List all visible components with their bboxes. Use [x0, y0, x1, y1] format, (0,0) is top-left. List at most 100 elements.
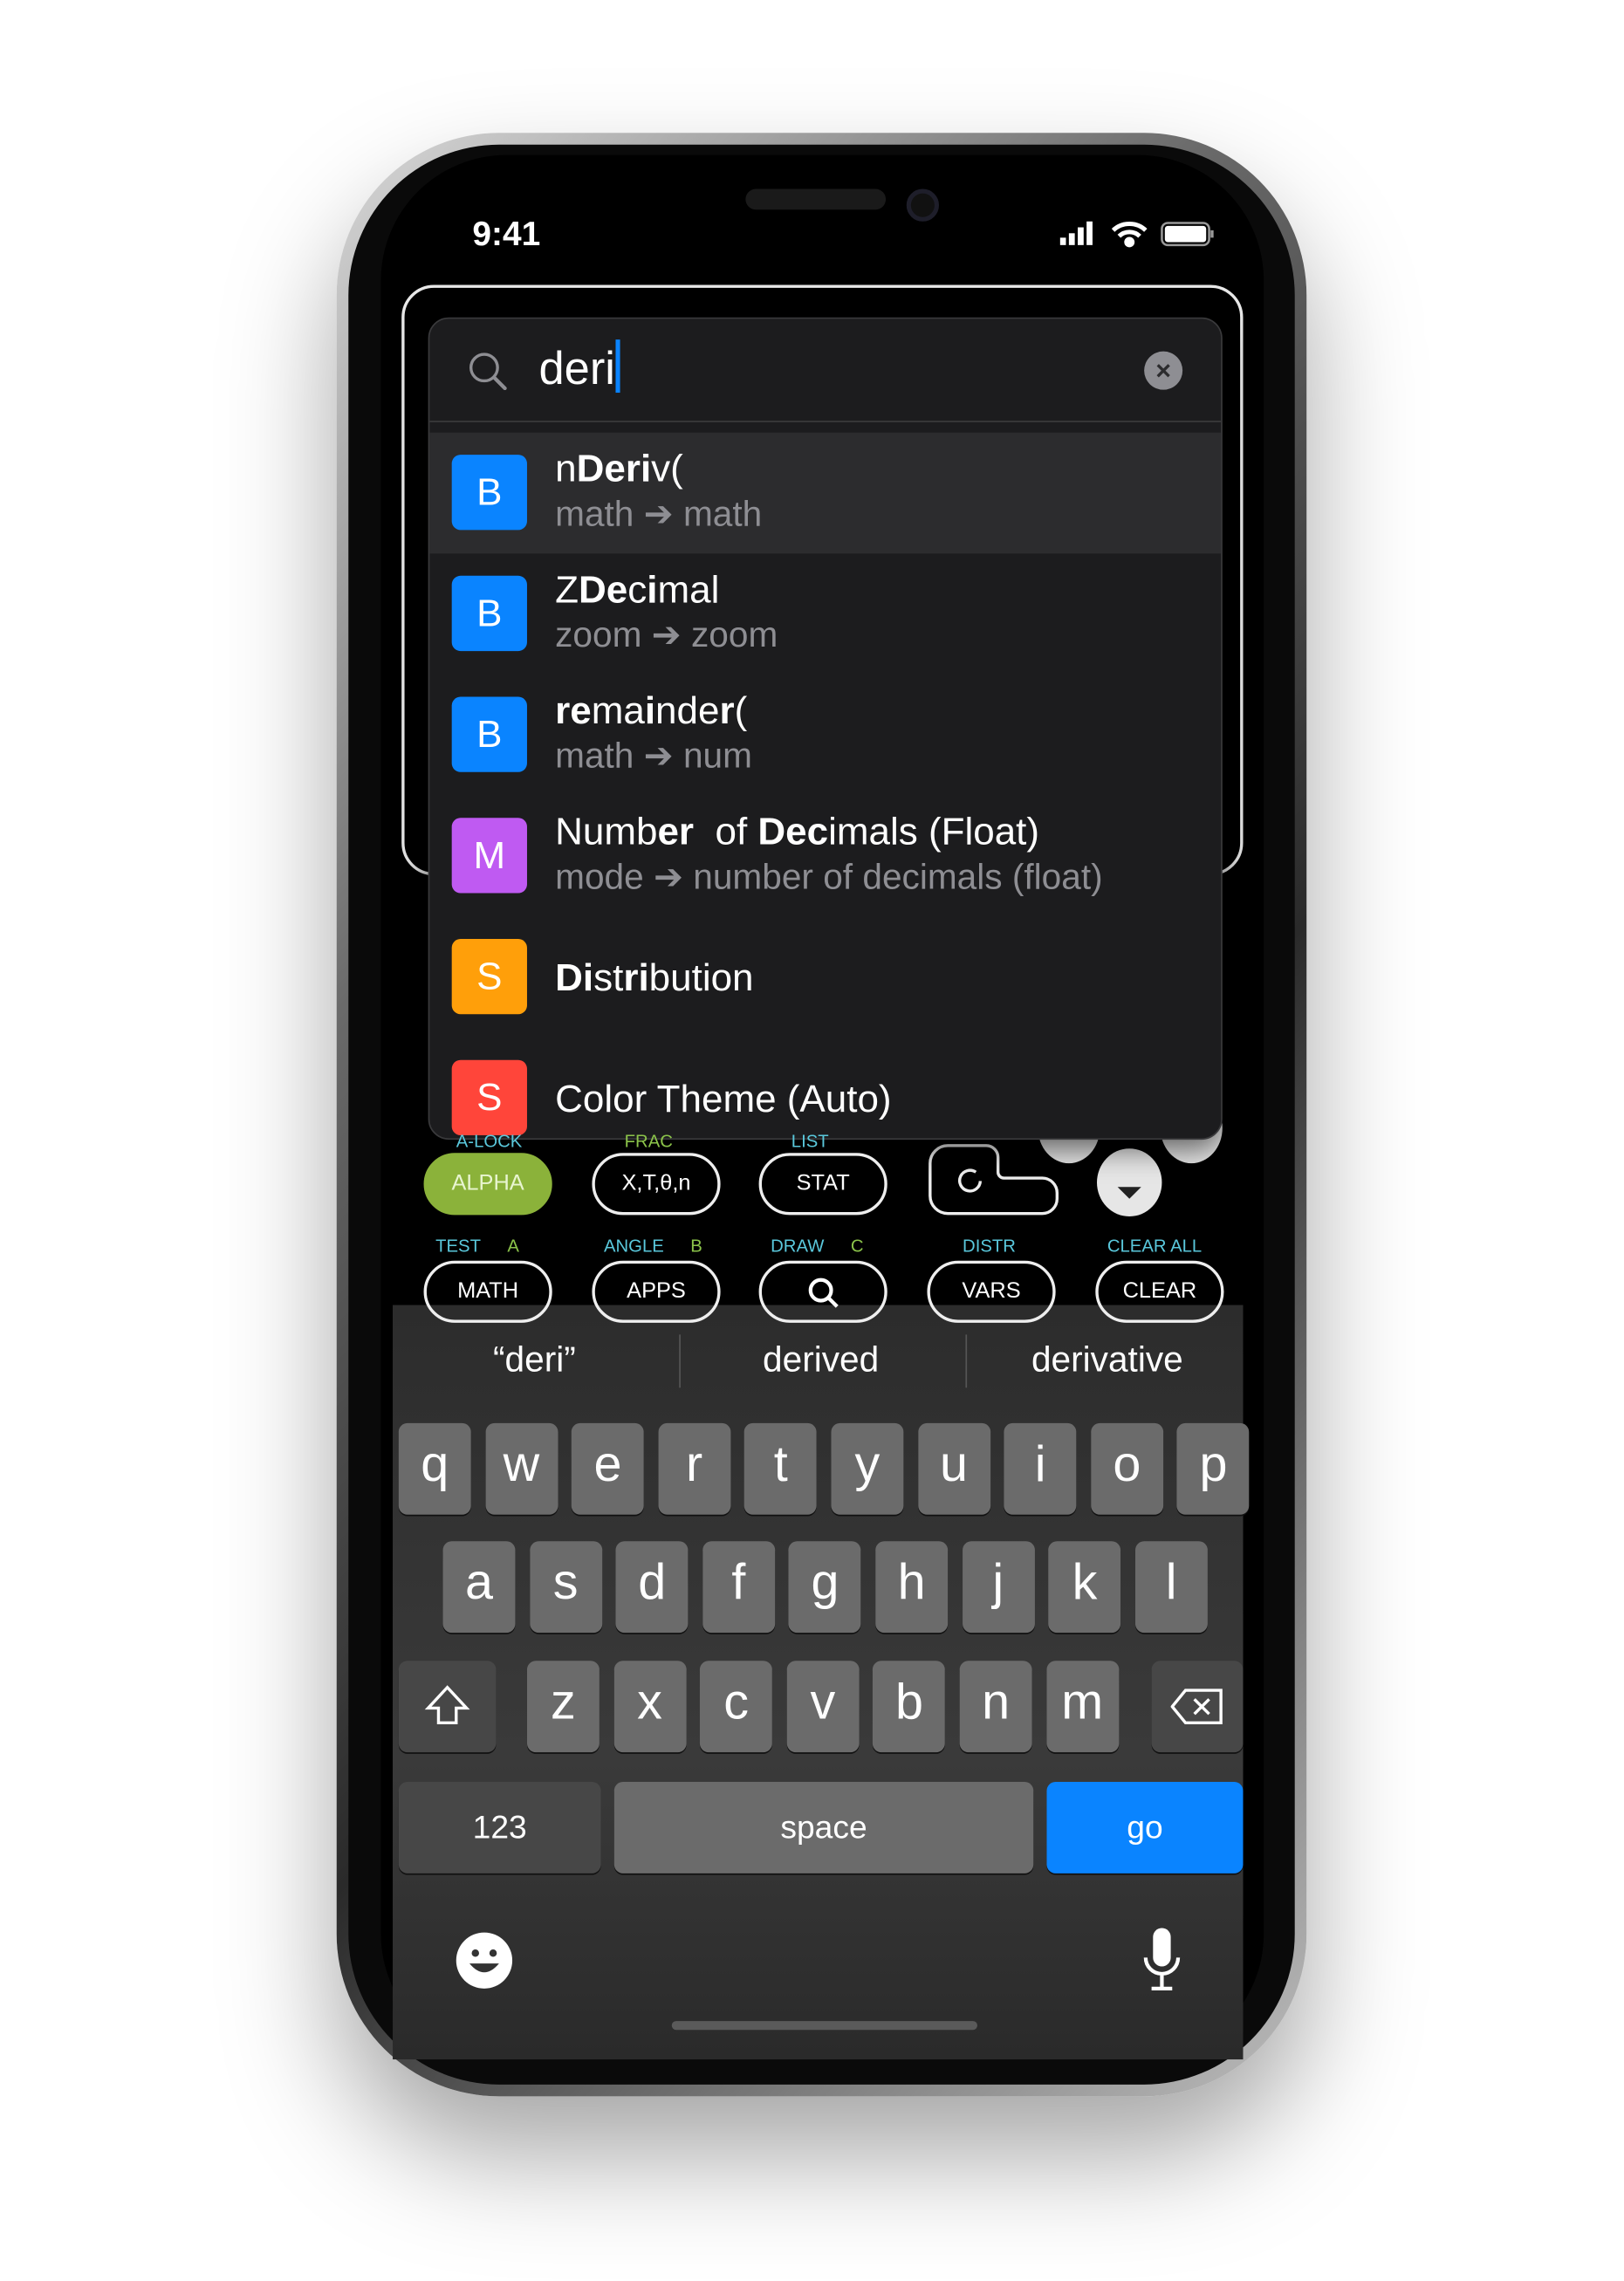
key-n[interactable]: n — [959, 1661, 1032, 1753]
key-b[interactable]: b — [873, 1661, 946, 1753]
result-title: nDeriv( — [555, 446, 683, 491]
secondary-label: CLEAR ALL — [1107, 1236, 1229, 1257]
shift-label: DISTR — [963, 1236, 1016, 1257]
key-v[interactable]: v — [786, 1661, 860, 1753]
category-badge: S — [451, 938, 527, 1015]
search-button[interactable] — [758, 1260, 887, 1323]
title-segment: i — [644, 688, 656, 733]
alpha-label: B — [690, 1236, 702, 1257]
secondary-label: A-LOCK — [456, 1130, 523, 1152]
backspace-icon — [1170, 1688, 1223, 1725]
alpha-label: A — [507, 1236, 519, 1257]
key-m[interactable]: m — [1045, 1661, 1119, 1753]
key-s[interactable]: s — [529, 1541, 602, 1634]
result-item[interactable]: S Color Theme (Auto) — [429, 1038, 1221, 1138]
calc-button[interactable]: CLEAR — [1095, 1260, 1224, 1323]
dictation-button[interactable] — [1140, 1925, 1184, 2000]
category-badge: B — [451, 696, 527, 772]
key-y[interactable]: y — [831, 1422, 904, 1515]
key-l[interactable]: l — [1134, 1541, 1208, 1634]
result-subtitle: math ➔ math — [555, 494, 763, 535]
shift-label: TEST — [435, 1236, 481, 1257]
status-time: 9:41 — [472, 214, 541, 253]
cellular-icon — [1059, 221, 1093, 245]
result-item[interactable]: S Distribution — [429, 917, 1221, 1038]
key-a[interactable]: a — [442, 1541, 516, 1634]
speaker — [745, 188, 887, 210]
key-p[interactable]: p — [1177, 1422, 1250, 1515]
key-g[interactable]: g — [789, 1541, 861, 1634]
search-query: deri — [538, 342, 615, 394]
key-d[interactable]: d — [615, 1541, 689, 1634]
key-x[interactable]: x — [613, 1661, 686, 1753]
key-t[interactable]: t — [744, 1422, 818, 1515]
title-segment: imals (Float) — [828, 809, 1040, 853]
key-q[interactable]: q — [398, 1422, 471, 1515]
title-segment: Z — [555, 566, 579, 612]
keyboard: “deri” derived derivative q w e r t y u i o p a s d f g h j… — [393, 1305, 1250, 2060]
shift-label: DRAW — [771, 1236, 825, 1257]
search-panel: deri × BnDeriv(math ➔ math B ZDecimal zoom … — [428, 317, 1223, 1140]
result-subtitle: zoom ➔ zoom — [555, 615, 778, 656]
title-segment: bution — [648, 955, 754, 1000]
title-segment: st — [593, 955, 624, 1000]
result-item[interactable]: B ZDecimal zoom ➔ zoom — [429, 553, 1221, 675]
result-title: Distribution — [555, 956, 753, 1001]
key-j[interactable]: j — [962, 1541, 1035, 1634]
secondary-label: TEST A — [435, 1236, 519, 1257]
text-caret — [614, 339, 620, 394]
calc-button[interactable]: MATH — [423, 1260, 552, 1323]
key-o[interactable]: o — [1090, 1422, 1163, 1515]
key-z[interactable]: z — [526, 1661, 600, 1753]
result-title: remainder( — [555, 688, 747, 733]
key-u[interactable]: u — [917, 1422, 990, 1515]
result-title: Number of Decimals (Float) — [555, 809, 1039, 854]
go-key[interactable]: go — [1046, 1782, 1244, 1873]
key-w[interactable]: w — [484, 1422, 558, 1515]
delete-key[interactable] — [1151, 1661, 1244, 1753]
calc-button[interactable]: VARS — [927, 1260, 1056, 1323]
key-c[interactable]: c — [700, 1661, 773, 1753]
calc-button[interactable]: STAT — [758, 1153, 887, 1216]
key-i[interactable]: i — [1004, 1422, 1077, 1515]
undo-button[interactable] — [927, 1142, 1059, 1216]
calc-button[interactable]: X,T,θ,n — [592, 1153, 721, 1216]
title-segment: Color Theme (Auto) — [555, 1076, 892, 1121]
title-segment: mal — [657, 566, 720, 612]
emoji-button[interactable] — [455, 1931, 514, 1997]
title-segment: r — [719, 688, 735, 733]
result-item[interactable]: Bremainder(math ➔ num — [429, 675, 1221, 796]
redo-icon — [957, 1168, 983, 1193]
shift-key[interactable] — [398, 1661, 497, 1753]
calc-button[interactable]: APPS — [592, 1260, 721, 1323]
key-e[interactable]: e — [572, 1422, 644, 1515]
title-segment: ri — [623, 955, 649, 1000]
result-item[interactable]: M Number of Decimals (Float) mode ➔ number… — [429, 796, 1221, 917]
result-title: Color Theme (Auto) — [555, 1076, 891, 1121]
secondary-label: LIST — [791, 1130, 829, 1152]
key-h[interactable]: h — [875, 1541, 949, 1634]
space-key[interactable]: space — [613, 1782, 1034, 1873]
search-field[interactable]: deri × — [429, 319, 1222, 422]
category-badge: B — [451, 455, 527, 531]
clear-icon[interactable]: × — [1144, 351, 1183, 390]
result-item[interactable]: BnDeriv(math ➔ math — [429, 432, 1222, 554]
title-segment: c — [627, 566, 648, 612]
divider — [965, 1334, 968, 1388]
search-input[interactable]: deri — [539, 339, 620, 395]
dpad-down-button[interactable] — [1097, 1148, 1162, 1217]
alpha-label: C — [850, 1236, 864, 1257]
title-segment: Numb — [555, 809, 658, 853]
stage: 9:41 deri × BnDeriv(math ➔ math B ZDecimal… — [0, 0, 1624, 2281]
numbers-key[interactable]: 123 — [398, 1782, 601, 1873]
home-indicator[interactable] — [671, 2021, 977, 2031]
title-segment: of — [694, 809, 758, 853]
key-f[interactable]: f — [702, 1541, 775, 1634]
title-segment: v( — [651, 445, 683, 490]
calc-button[interactable]: ALPHA — [423, 1153, 552, 1216]
key-r[interactable]: r — [658, 1422, 731, 1515]
key-k[interactable]: k — [1048, 1541, 1121, 1634]
divider — [679, 1334, 681, 1388]
shift-label: CLEAR ALL — [1107, 1236, 1203, 1257]
secondary-label: DRAW C — [771, 1236, 863, 1257]
